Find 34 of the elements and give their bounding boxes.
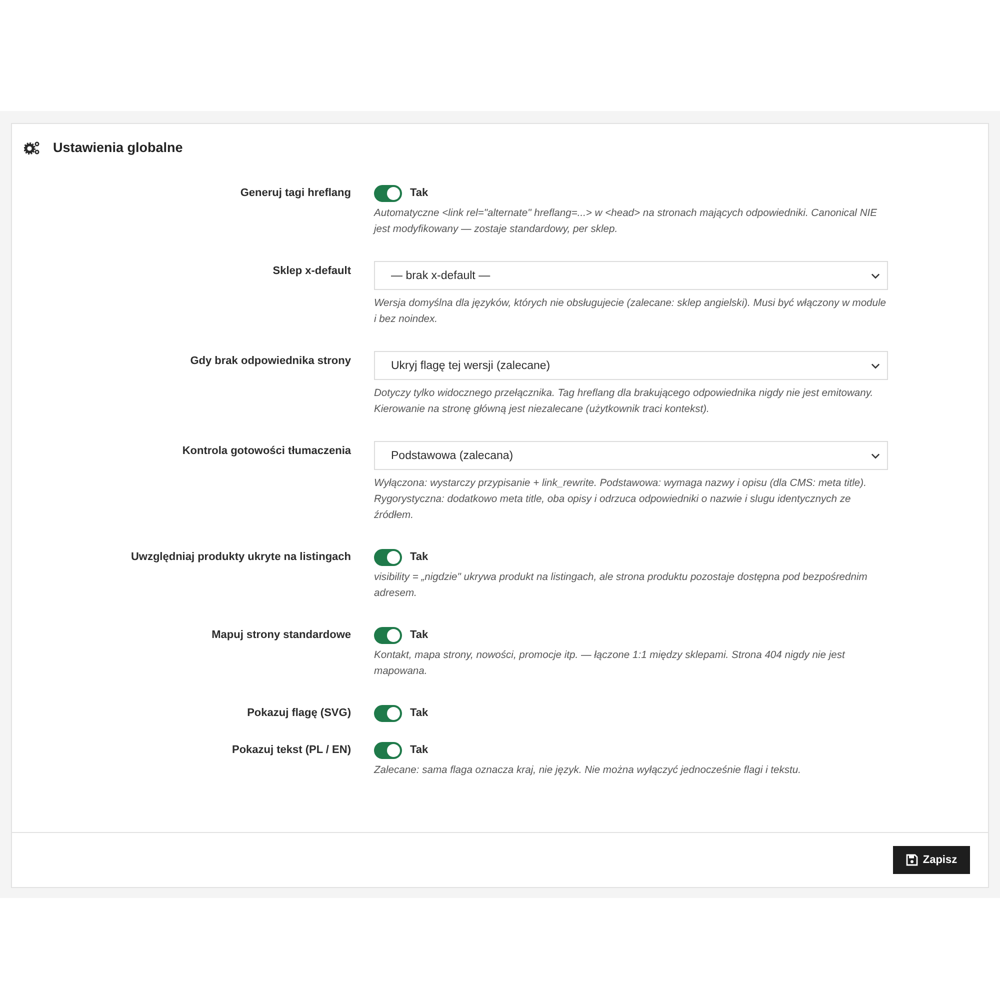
- panel-title: Ustawienia globalne: [53, 139, 183, 157]
- help-text: Zalecane: sama flaga oznacza kraj, nie język. Nie można wyłączyć jednocześnie flagi i tekstu.: [374, 764, 802, 778]
- field-label: Mapuj strony standardowe: [212, 628, 351, 643]
- toggle-switch[interactable]: [374, 548, 402, 566]
- toggle-state-label: Tak: [410, 187, 428, 199]
- field-label: Pokazuj flagę (SVG): [247, 706, 351, 721]
- dropdown[interactable]: — brak x-default —: [374, 261, 888, 290]
- toggle-state-label: Tak: [410, 744, 428, 756]
- toggle-state-label: Tak: [410, 707, 428, 719]
- help-text: visibility = „nigdzie" ukrywa produkt na listingach, ale strona produktu pozostaje dostępna pod bezpośrednim adresem.: [374, 571, 868, 601]
- dropdown[interactable]: Ukryj flagę tej wersji (zalecane): [374, 351, 888, 380]
- toggle-switch[interactable]: [374, 742, 402, 758]
- help-text: Kontakt, mapa strony, nowości, promocje itp. — łączone 1:1 między sklepami. Strona 404 nigdy nie jest mapowana.: [374, 649, 846, 679]
- help-text: Wersja domyślna dla języków, których nie obsługujecie (zalecane: sklep angielski). Musi być włączony w module i bez noindex.: [374, 297, 888, 327]
- chevron-down-icon: [871, 452, 880, 458]
- save-button[interactable]: Zapisz: [893, 846, 970, 874]
- help-text: Automatyczne <link rel="alternate" hreflang=...> w <head> na stronach mających odpowiedniki. Canonical NIE jest modyfikowany — zostaje standardowy, per sklep.: [374, 207, 878, 237]
- field-label: Gdy brak odpowiednika strony: [190, 354, 351, 369]
- chevron-down-icon: [871, 272, 880, 278]
- toggle-switch[interactable]: [374, 704, 402, 722]
- toggle-switch[interactable]: [374, 626, 402, 644]
- field-label: Pokazuj tekst (PL / EN): [232, 743, 351, 758]
- field-label: Sklep x-default: [272, 264, 351, 279]
- toggle-switch[interactable]: [374, 184, 402, 202]
- gears-icon: [24, 141, 40, 155]
- help-text: Dotyczy tylko widocznego przełącznika. Tag hreflang dla brakującego odpowiednika nigdy nie jest emitowany. Kierowanie na stronę główną jest niezalecane (użytkownik traci kontekst).: [374, 387, 874, 417]
- toggle-state-label: Tak: [410, 551, 428, 563]
- dropdown[interactable]: Podstawowa (zalecana): [374, 441, 888, 470]
- help-text: Wyłączona: wystarczy przypisanie + link_rewrite. Podstawowa: wymaga nazwy i opisu (dla CMS: meta title). Rygorystyczna: dodatkowo meta title, oba opisy i odrzuca odpowiedniki o nazwie i slugu identycznych ze źródłem.: [374, 477, 868, 523]
- chevron-down-icon: [871, 362, 880, 368]
- field-label: Kontrola gotowości tłumaczenia: [182, 444, 351, 459]
- field-label: Generuj tagi hreflang: [240, 186, 351, 201]
- field-label: Uwzględniaj produkty ukryte na listingach: [130, 550, 351, 565]
- toggle-state-label: Tak: [410, 629, 428, 641]
